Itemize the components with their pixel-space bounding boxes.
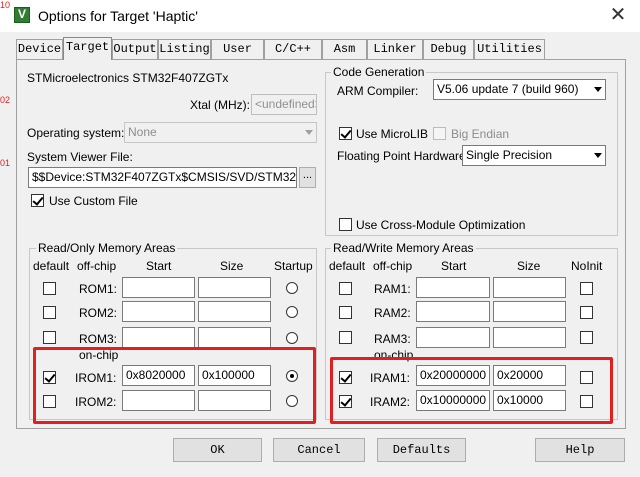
rw-header-default: default bbox=[329, 259, 366, 273]
chevron-down-icon bbox=[305, 130, 313, 135]
ram1-label: RAM1: bbox=[374, 282, 411, 296]
rom1-startup-radio[interactable] bbox=[286, 282, 298, 294]
rom3-size-field[interactable] bbox=[198, 327, 271, 348]
ram1-size-field[interactable] bbox=[493, 277, 566, 298]
edge-mark: 02 bbox=[0, 95, 11, 105]
xtal-field[interactable]: <undefined> bbox=[251, 94, 317, 115]
svd-field[interactable]: $$Device:STM32F407ZGTx$CMSIS/SVD/STM32F4… bbox=[28, 167, 297, 188]
tab-target[interactable]: Target bbox=[63, 37, 112, 60]
ro-header-size: Size bbox=[220, 259, 244, 273]
edge-mark: 10 bbox=[0, 0, 11, 10]
tab-output[interactable]: Output bbox=[112, 39, 158, 59]
chevron-down-icon bbox=[594, 153, 602, 158]
fp-hardware-value: Single Precision bbox=[466, 148, 553, 162]
ro-header-startup: Startup bbox=[274, 259, 313, 273]
rom2-default-checkbox[interactable] bbox=[43, 306, 56, 319]
big-endian-checkbox[interactable] bbox=[433, 127, 446, 140]
rw-memory-title: Read/Write Memory Areas bbox=[331, 241, 476, 255]
ro-header-default: default bbox=[33, 259, 70, 273]
svd-label: System Viewer File: bbox=[27, 150, 133, 164]
ram2-label: RAM2: bbox=[374, 306, 411, 320]
os-select[interactable]: None bbox=[124, 122, 317, 143]
rom2-label: ROM2: bbox=[79, 306, 118, 320]
tab-utilities[interactable]: Utilities bbox=[474, 39, 545, 59]
use-custom-file-checkbox[interactable] bbox=[31, 194, 44, 207]
edge-mark: 01 bbox=[0, 158, 11, 168]
ram1-noinit-checkbox[interactable] bbox=[580, 282, 593, 295]
keil-app-icon bbox=[14, 7, 30, 23]
cancel-button[interactable]: Cancel bbox=[273, 438, 365, 462]
help-button[interactable]: Help bbox=[535, 438, 625, 462]
rom1-start-field[interactable] bbox=[122, 277, 195, 298]
compiler-value: V5.06 update 7 (build 960) bbox=[437, 82, 579, 96]
ram3-default-checkbox[interactable] bbox=[339, 331, 352, 344]
tab-listing[interactable]: Listing bbox=[158, 39, 211, 59]
rom2-startup-radio[interactable] bbox=[286, 306, 298, 318]
ram2-start-field[interactable] bbox=[416, 301, 490, 322]
ram3-size-field[interactable] bbox=[493, 327, 566, 348]
ram3-start-field[interactable] bbox=[416, 327, 490, 348]
code-generation-title: Code Generation bbox=[331, 65, 427, 79]
compiler-select[interactable]: V5.06 update 7 (build 960) bbox=[433, 79, 606, 100]
ram1-start-field[interactable] bbox=[416, 277, 490, 298]
defaults-button[interactable]: Defaults bbox=[377, 438, 466, 462]
rom3-startup-radio[interactable] bbox=[286, 332, 298, 344]
tab-device[interactable]: Device bbox=[16, 39, 63, 59]
os-value: None bbox=[128, 125, 157, 139]
rw-header-offchip: off-chip bbox=[373, 259, 413, 273]
fp-hardware-label: Floating Point Hardware: bbox=[337, 149, 470, 163]
rom1-size-field[interactable] bbox=[198, 277, 271, 298]
device-name: STMicroelectronics STM32F407ZGTx bbox=[27, 71, 229, 85]
cross-module-label: Use Cross-Module Optimization bbox=[356, 218, 526, 232]
ram2-default-checkbox[interactable] bbox=[339, 306, 352, 319]
ro-header-start: Start bbox=[146, 259, 172, 273]
os-label: Operating system: bbox=[27, 126, 125, 140]
chevron-down-icon bbox=[594, 87, 602, 92]
ro-memory-title: Read/Only Memory Areas bbox=[36, 241, 178, 255]
tab-debug[interactable]: Debug bbox=[423, 39, 474, 59]
ro-header-offchip: off-chip bbox=[77, 259, 117, 273]
svd-browse-button[interactable]: ... bbox=[299, 167, 316, 188]
close-button[interactable]: ✕ bbox=[596, 0, 640, 32]
rom1-label: ROM1: bbox=[79, 282, 118, 296]
tab-linker[interactable]: Linker bbox=[367, 39, 423, 59]
ram3-label: RAM3: bbox=[374, 332, 411, 346]
ram2-noinit-checkbox[interactable] bbox=[580, 306, 593, 319]
rom3-start-field[interactable] bbox=[122, 327, 195, 348]
rom1-default-checkbox[interactable] bbox=[43, 282, 56, 295]
rom2-size-field[interactable] bbox=[198, 301, 271, 322]
rom2-start-field[interactable] bbox=[122, 301, 195, 322]
use-custom-file-label: Use Custom File bbox=[49, 194, 138, 208]
xtal-label: Xtal (MHz): bbox=[190, 98, 250, 112]
use-microlib-label: Use MicroLIB bbox=[356, 127, 429, 141]
fp-hardware-select[interactable]: Single Precision bbox=[462, 145, 606, 166]
use-microlib-checkbox[interactable] bbox=[339, 127, 352, 140]
rom3-default-checkbox[interactable] bbox=[43, 331, 56, 344]
tab-asm[interactable]: Asm bbox=[322, 39, 367, 59]
ok-button[interactable]: OK bbox=[173, 438, 262, 462]
title-bar: Options for Target 'Haptic' ✕ bbox=[0, 0, 640, 32]
ram1-default-checkbox[interactable] bbox=[339, 282, 352, 295]
tab-user[interactable]: User bbox=[211, 39, 264, 59]
big-endian-label: Big Endian bbox=[451, 127, 510, 141]
rom3-label: ROM3: bbox=[79, 332, 118, 346]
cross-module-checkbox[interactable] bbox=[339, 218, 352, 231]
options-dialog: Options for Target 'Haptic' ✕ 10 02 01 D… bbox=[0, 0, 640, 477]
rw-header-start: Start bbox=[441, 259, 467, 273]
tab-cpp[interactable]: C/C++ bbox=[264, 39, 322, 59]
ram3-noinit-checkbox[interactable] bbox=[580, 331, 593, 344]
ram2-size-field[interactable] bbox=[493, 301, 566, 322]
irom-highlight-box bbox=[33, 347, 316, 424]
rw-header-noinit: NoInit bbox=[571, 259, 603, 273]
iram-highlight-box bbox=[330, 357, 613, 424]
rw-header-size: Size bbox=[517, 259, 541, 273]
tab-strip: Device Target Output Listing User C/C++ … bbox=[16, 37, 626, 60]
compiler-label: ARM Compiler: bbox=[337, 84, 419, 98]
window-title: Options for Target 'Haptic' bbox=[38, 8, 198, 24]
